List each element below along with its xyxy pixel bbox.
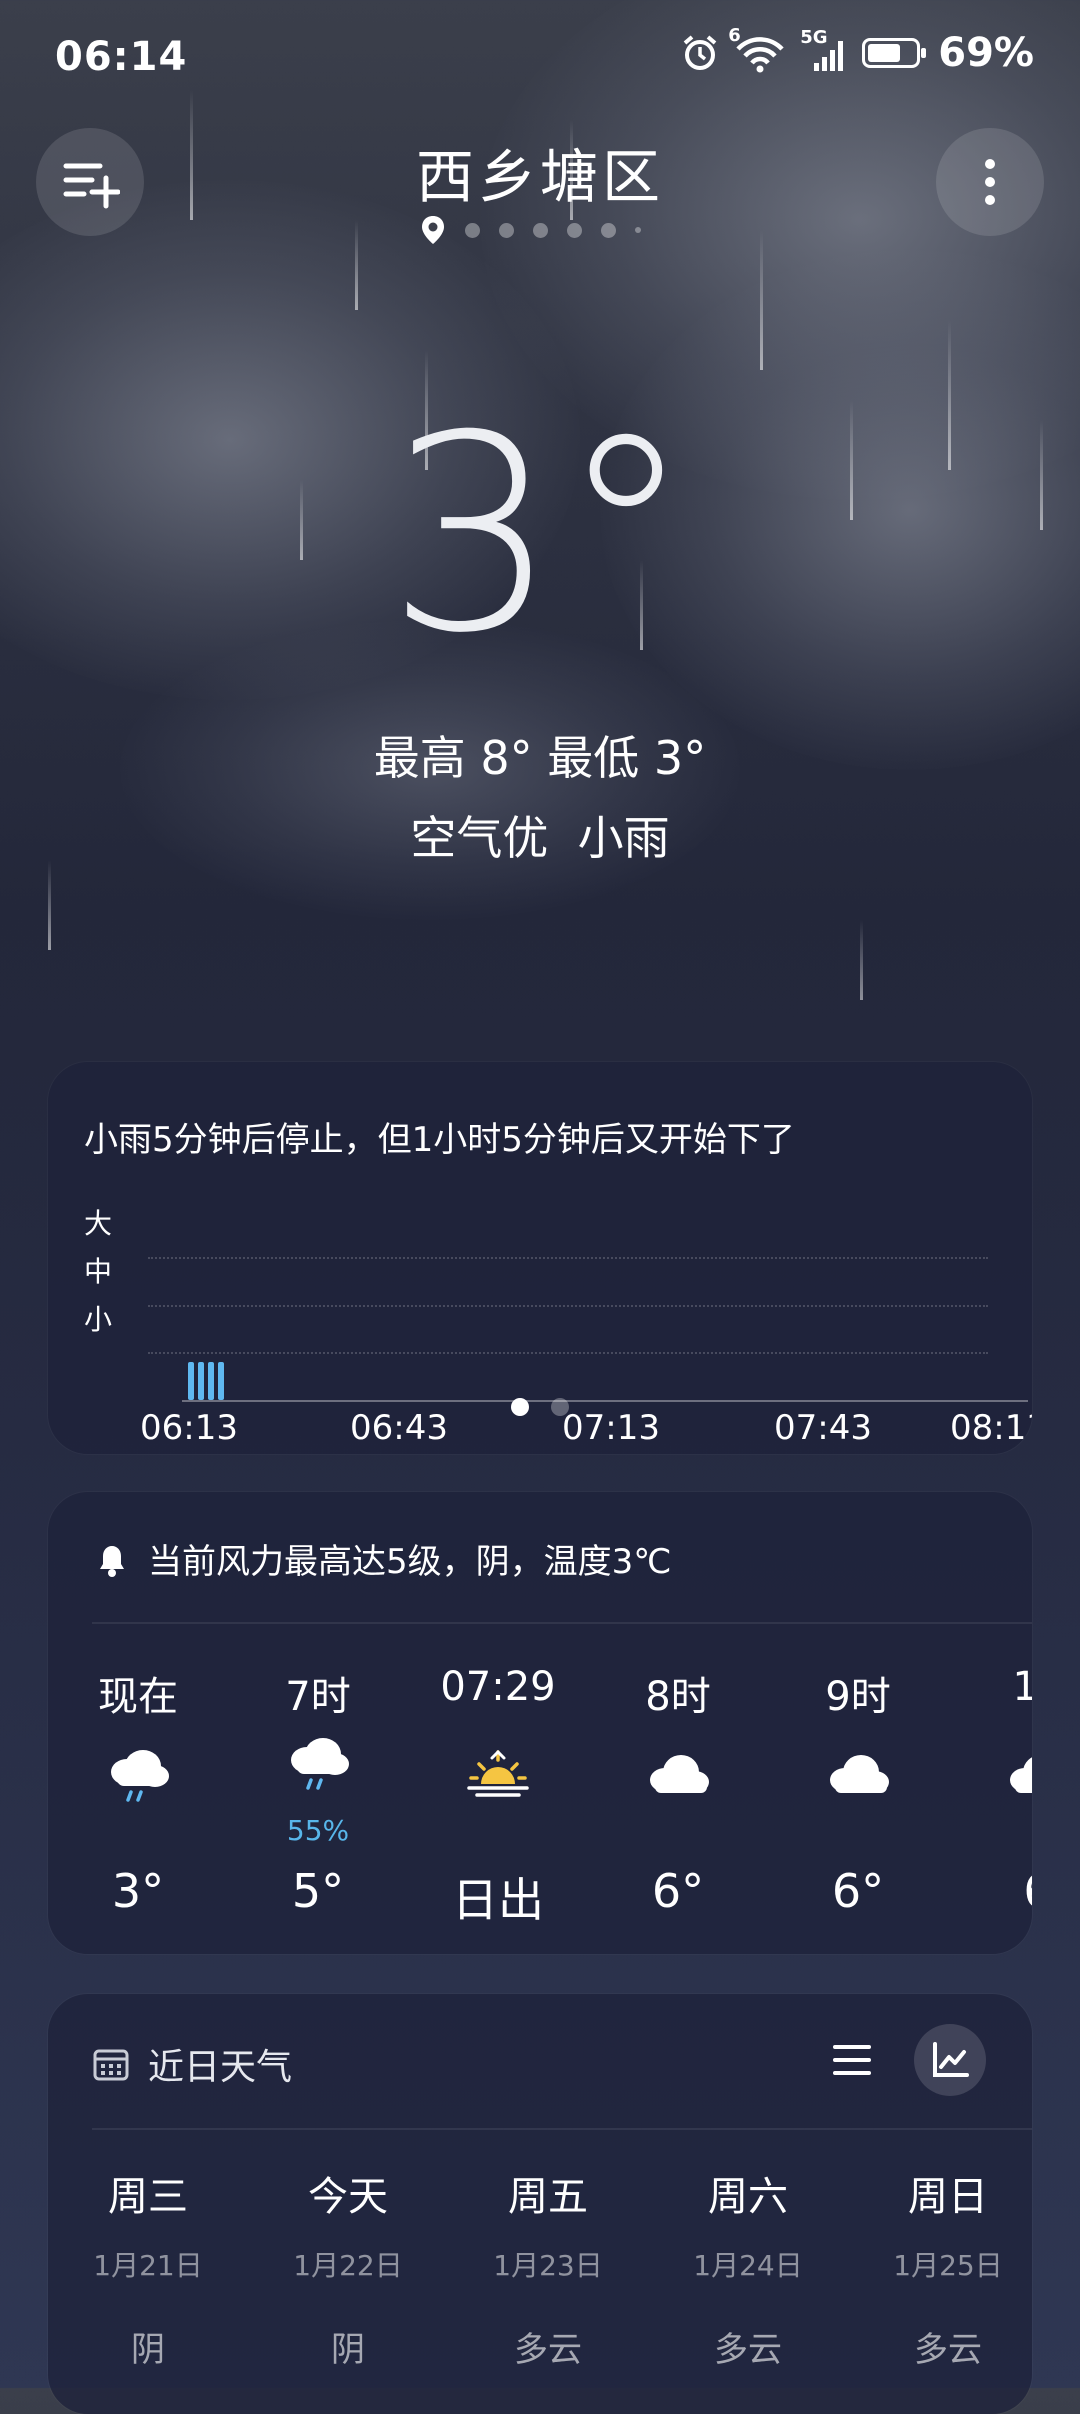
city-page-indicator[interactable] [420, 215, 641, 245]
view-toggle[interactable] [816, 2024, 986, 2096]
high-low-temperature: 最高 8° 最低 3° [373, 731, 707, 785]
day-name: 周六 [708, 2174, 788, 2220]
day-item[interactable]: 周三 1月21日 阴 [48, 2164, 248, 2371]
line-chart-icon [933, 2042, 969, 2077]
calendar-icon [93, 2049, 129, 2081]
page-dot [533, 222, 548, 238]
light-rain-icon [111, 1750, 169, 1802]
precipitation-chart: 大 中 小 06:13 06:43 07:13 07:43 08:13 [84, 1202, 1032, 1448]
current-temperature: 3° [386, 377, 694, 692]
weather-alert[interactable]: 当前风力最高达5级，阴，温度3℃ [92, 1534, 671, 1583]
sunrise-icon [467, 1749, 529, 1797]
day-date: 1月21日 [93, 2249, 203, 2282]
card-pager[interactable] [48, 1398, 1032, 1416]
pager-dot[interactable] [551, 1398, 569, 1416]
chart-view-button[interactable] [914, 2024, 986, 2096]
day-item[interactable]: 周五 1月23日 多云 [448, 2164, 648, 2371]
day-date: 1月24日 [693, 2249, 803, 2282]
daily-header: 近日天气 [92, 2038, 292, 2090]
level-label: 大 [84, 1207, 113, 1240]
day-weather: 多云 [914, 2330, 982, 2370]
network-label: 5G [800, 27, 828, 48]
precip-chance: 55% [286, 1814, 350, 1847]
alarm-icon [683, 35, 717, 70]
hour-label: 9时 [825, 1674, 891, 1720]
rain-bar [188, 1362, 194, 1400]
list-view-button[interactable] [816, 2024, 888, 2096]
rain-bar [208, 1362, 214, 1400]
page-dot [635, 227, 641, 233]
day-date: 1月23日 [493, 2249, 603, 2282]
air-quality-weather[interactable]: 空气优 小雨 [0, 802, 1080, 868]
hour-temp: 3° [111, 1864, 165, 1918]
location-pin-icon [422, 216, 444, 244]
cloud-icon [650, 1755, 709, 1793]
page-dot [601, 222, 616, 238]
light-rain-icon [291, 1738, 349, 1790]
day-weather: 多云 [714, 2330, 782, 2370]
rain-bar [198, 1362, 204, 1400]
page-dot [567, 222, 582, 238]
day-weather: 阴 [331, 2330, 365, 2370]
signal-icon: 5G [800, 27, 848, 73]
hour-temp: 6° [651, 1864, 705, 1918]
bell-icon [100, 1545, 124, 1577]
day-weather: 阴 [131, 2330, 165, 2370]
page-dot [465, 222, 480, 238]
city-name[interactable]: 西乡塘区 [0, 130, 1080, 214]
hour-label: 7时 [285, 1674, 351, 1720]
hour-temp: 6° [831, 1864, 885, 1918]
hour-temp: 5° [291, 1864, 345, 1918]
alert-text: 当前风力最高达5级，阴，温度3℃ [148, 1542, 672, 1582]
daily-title: 近日天气 [148, 2047, 293, 2088]
daily-forecast-card[interactable]: 近日天气 周三 1月21日 阴 今天 1月22日 阴 周五 1月23日 多云 周… [48, 1994, 1032, 2414]
day-name: 周三 [108, 2174, 188, 2220]
hour-label: 10 [1012, 1664, 1032, 1710]
sunrise-label: 日出 [452, 1873, 544, 1927]
hour-label: 07:29 [440, 1664, 556, 1710]
battery-fill [868, 44, 901, 62]
pager-dot-active[interactable] [511, 1398, 529, 1416]
battery-percent: 69% [938, 30, 1034, 76]
hour-label: 8时 [645, 1674, 711, 1720]
level-label: 中 [84, 1255, 113, 1288]
list-icon [833, 2045, 871, 2075]
day-item[interactable]: 周日 1月25日 多云 [848, 2164, 1032, 2371]
page-dot [499, 222, 514, 238]
day-date: 1月25日 [893, 2249, 1003, 2282]
day-name: 周日 [908, 2174, 988, 2220]
day-item[interactable]: 今天 1月22日 阴 [248, 2164, 448, 2371]
cloud-icon [1010, 1757, 1032, 1793]
status-icons: 6 5G 69% [680, 25, 1034, 76]
wifi-label: 6 [728, 25, 741, 46]
hour-label: 现在 [98, 1674, 178, 1720]
level-label: 小 [84, 1303, 113, 1336]
status-time: 06:14 [55, 34, 188, 80]
rain-bar [218, 1362, 224, 1400]
cloud-icon [830, 1755, 889, 1793]
day-weather: 多云 [514, 2330, 582, 2370]
day-item[interactable]: 周六 1月24日 多云 [648, 2164, 848, 2371]
precipitation-card[interactable]: 小雨5分钟后停止，但1小时5分钟后又开始下了 大 中 小 06:13 06:43… [48, 1062, 1032, 1454]
day-name: 今天 [308, 2174, 388, 2220]
wifi-icon: 6 [728, 25, 786, 73]
hourly-forecast-card[interactable]: 当前风力最高达5级，阴，温度3℃ 现在 3° 7时 55% 5° 07:29 日… [48, 1492, 1032, 1954]
status-bar: 06:14 6 5G 69% [0, 0, 1080, 120]
precipitation-summary: 小雨5分钟后停止，但1小时5分钟后又开始下了 [84, 1120, 795, 1160]
battery-icon [862, 38, 927, 68]
hour-temp: 6 [958, 1864, 1032, 1918]
day-name: 周五 [508, 2174, 588, 2220]
day-date: 1月22日 [293, 2249, 403, 2282]
